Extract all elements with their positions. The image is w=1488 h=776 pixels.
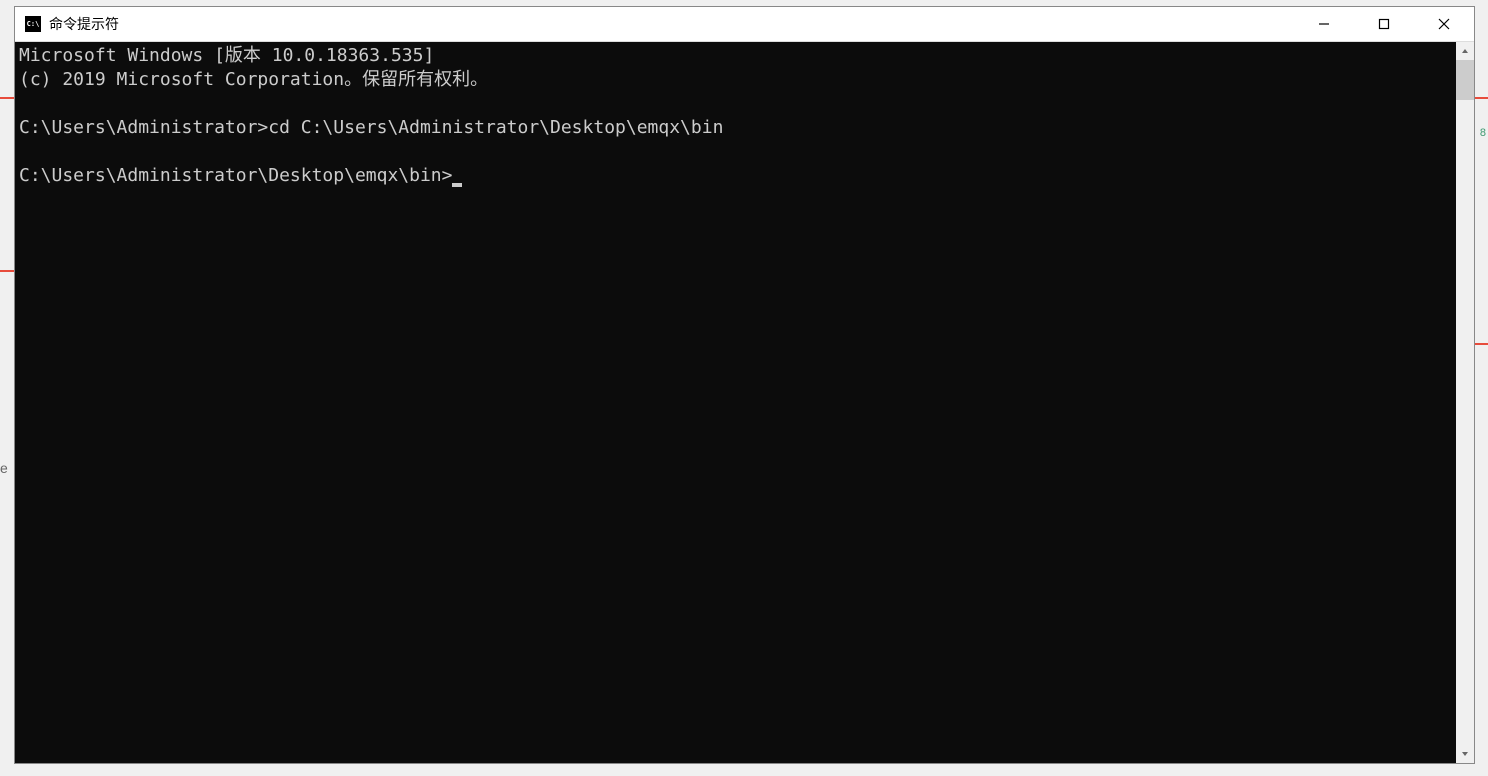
maximize-button[interactable] <box>1354 7 1414 41</box>
chevron-down-icon <box>1461 751 1469 757</box>
terminal-wrapper: Microsoft Windows [版本 10.0.18363.535] (c… <box>15 42 1474 763</box>
terminal-line: Microsoft Windows [版本 10.0.18363.535] <box>19 45 434 66</box>
background-divider <box>0 270 14 272</box>
close-icon <box>1438 18 1450 30</box>
background-divider <box>1474 97 1488 99</box>
background-divider <box>0 97 14 99</box>
maximize-icon <box>1378 18 1390 30</box>
vertical-scrollbar[interactable] <box>1456 42 1474 763</box>
background-text-fragment: 8 <box>1480 127 1486 139</box>
minimize-button[interactable] <box>1294 7 1354 41</box>
command-prompt-icon <box>25 16 41 32</box>
terminal-prompt: C:\Users\Administrator\Desktop\emqx\bin> <box>19 165 452 186</box>
scrollbar-up-arrow[interactable] <box>1456 42 1474 60</box>
chevron-up-icon <box>1461 48 1469 54</box>
background-divider <box>1474 343 1488 345</box>
background-text-fragment: e <box>0 460 8 476</box>
minimize-icon <box>1318 18 1330 30</box>
close-button[interactable] <box>1414 7 1474 41</box>
scrollbar-track[interactable] <box>1456 60 1474 745</box>
window-titlebar[interactable]: 命令提示符 <box>15 7 1474 42</box>
terminal-output[interactable]: Microsoft Windows [版本 10.0.18363.535] (c… <box>15 42 1456 763</box>
window-controls <box>1294 7 1474 41</box>
scrollbar-down-arrow[interactable] <box>1456 745 1474 763</box>
terminal-prompt: C:\Users\Administrator> <box>19 117 268 138</box>
terminal-line: (c) 2019 Microsoft Corporation。保留所有权利。 <box>19 69 488 90</box>
window-title: 命令提示符 <box>49 14 1294 34</box>
scrollbar-thumb[interactable] <box>1456 60 1474 100</box>
command-prompt-window: 命令提示符 Microsoft Windows [版本 10.0.18363.5 <box>14 6 1475 764</box>
terminal-command: cd C:\Users\Administrator\Desktop\emqx\b… <box>268 117 723 138</box>
terminal-cursor <box>452 183 462 187</box>
